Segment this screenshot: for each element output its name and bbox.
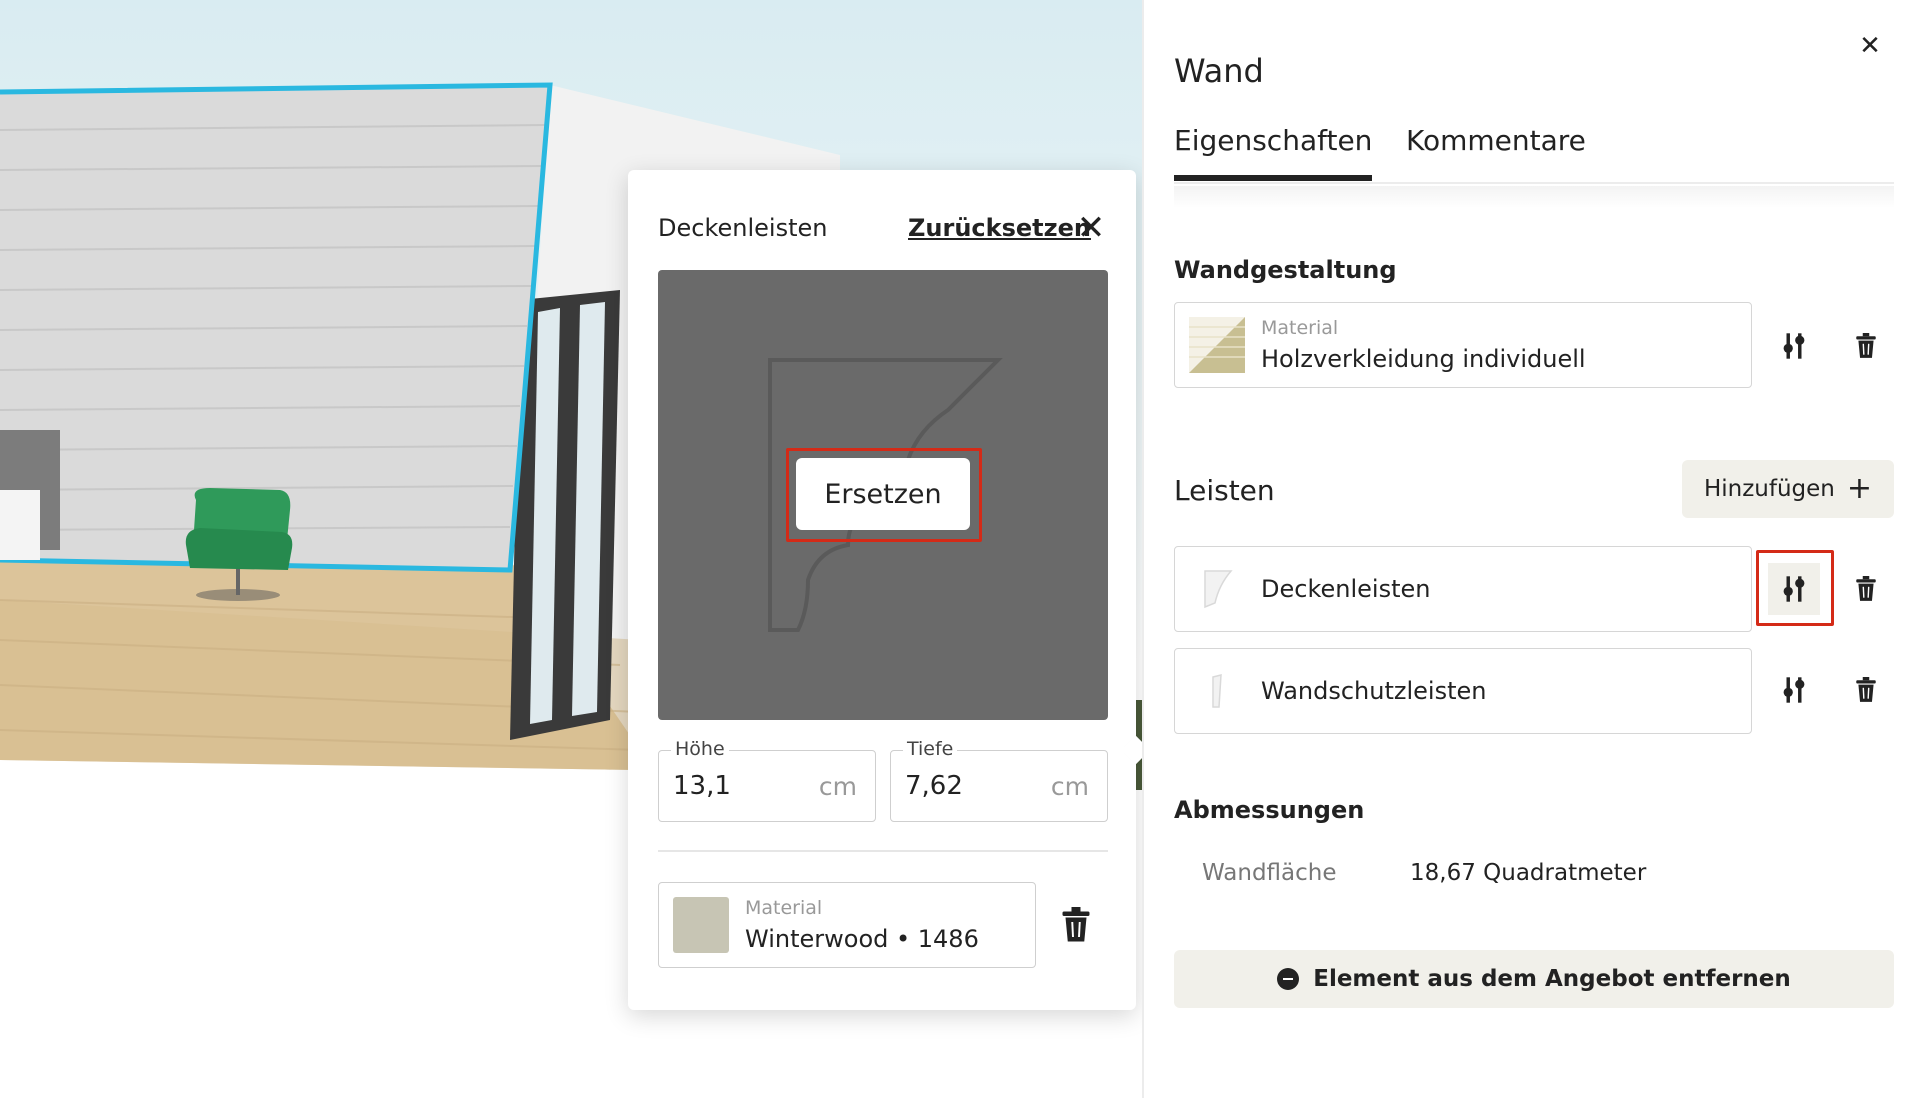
ceiling-molding-thumb-icon <box>1204 570 1233 609</box>
popup-header: Deckenleisten Zurücksetzen ✕ <box>658 208 1108 248</box>
plus-icon: + <box>1846 471 1873 506</box>
material-label: Material <box>1261 317 1339 339</box>
material-value: Holzverkleidung individuell <box>1261 345 1586 373</box>
molding-profile-preview: Ersetzen <box>658 270 1108 720</box>
depth-unit: cm <box>1050 772 1089 801</box>
depth-label: Tiefe <box>903 738 958 760</box>
depth-field[interactable]: Tiefe 7,62 cm <box>890 738 1108 822</box>
wall-area-label: Wandfläche <box>1202 860 1337 886</box>
height-label: Höhe <box>671 738 729 760</box>
trash-icon[interactable] <box>1058 905 1094 945</box>
wall-material-card[interactable]: Material Holzverkleidung individuell <box>1174 302 1752 388</box>
molding-material-card[interactable]: Material Winterwood • 1486 <box>658 882 1036 968</box>
wall-protection-molding-thumb-icon <box>1212 674 1222 708</box>
adjust-icon[interactable] <box>1768 320 1820 372</box>
adjust-icon[interactable] <box>1768 563 1820 615</box>
trash-icon[interactable] <box>1840 664 1892 716</box>
reset-link[interactable]: Zurücksetzen <box>908 214 1091 242</box>
section-title-moldings: Leisten <box>1174 474 1275 507</box>
height-field[interactable]: Höhe 13,1 cm <box>658 738 876 822</box>
remove-label: Element aus dem Angebot entfernen <box>1313 966 1791 992</box>
close-icon[interactable]: ✕ <box>1074 208 1108 248</box>
panel-title: Wand <box>1174 52 1264 90</box>
add-molding-button[interactable]: Hinzufügen + <box>1682 460 1894 518</box>
tab-eigenschaften[interactable]: Eigenschaften <box>1174 124 1373 181</box>
close-icon[interactable]: ✕ <box>1854 30 1886 62</box>
replace-button[interactable]: Ersetzen <box>796 458 970 530</box>
minus-circle-icon <box>1277 968 1300 990</box>
remove-from-quote-button[interactable]: Element aus dem Angebot entfernen <box>1174 950 1894 1008</box>
section-title-wall-design: Wandgestaltung <box>1174 256 1397 284</box>
material-swatch <box>673 897 729 953</box>
add-label: Hinzufügen <box>1703 476 1835 502</box>
properties-panel: Wand ✕ Eigenschaften Kommentare Wandgest… <box>1142 0 1912 1098</box>
tab-bar: Eigenschaften Kommentare <box>1174 122 1894 184</box>
molding-label: Wandschutzleisten <box>1261 677 1487 705</box>
trash-icon[interactable] <box>1840 320 1892 372</box>
divider <box>658 850 1108 852</box>
molding-card-wandschutzleisten[interactable]: Wandschutzleisten <box>1174 648 1752 734</box>
wood-cladding-thumb-icon <box>1189 317 1245 373</box>
molding-label: Deckenleisten <box>1261 575 1431 603</box>
tab-kommentare[interactable]: Kommentare <box>1406 124 1586 175</box>
height-value[interactable]: 13,1 <box>673 771 793 801</box>
material-label: Material <box>745 897 823 919</box>
height-unit: cm <box>818 772 857 801</box>
popup-title: Deckenleisten <box>658 214 828 242</box>
wall-area-value: 18,67 Quadratmeter <box>1410 860 1647 886</box>
adjust-icon[interactable] <box>1768 664 1820 716</box>
molding-editor-popup: Deckenleisten Zurücksetzen ✕ Ersetzen Hö… <box>628 170 1151 1010</box>
section-title-dimensions: Abmessungen <box>1174 796 1365 824</box>
molding-card-deckenleisten[interactable]: Deckenleisten <box>1174 546 1752 632</box>
trash-icon[interactable] <box>1840 563 1892 615</box>
bed <box>0 430 60 560</box>
depth-value[interactable]: 7,62 <box>905 771 1025 801</box>
material-value: Winterwood • 1486 <box>745 925 979 953</box>
